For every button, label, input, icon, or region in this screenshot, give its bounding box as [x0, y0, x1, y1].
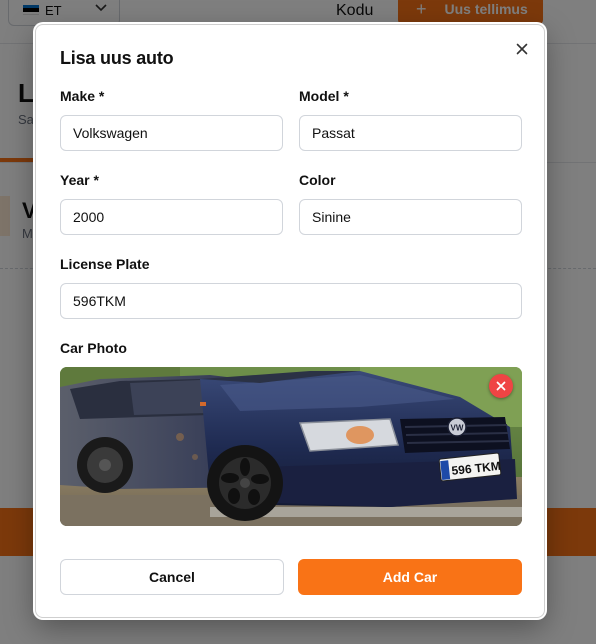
car-photo-preview: VW 596 TKM — [60, 367, 522, 526]
color-label: Color — [299, 172, 336, 188]
car-photo-image: VW 596 TKM — [60, 367, 522, 526]
make-label: Make * — [60, 88, 105, 104]
model-input[interactable] — [299, 115, 522, 151]
year-input[interactable] — [60, 199, 283, 235]
color-input[interactable] — [299, 199, 522, 235]
license-plate-label: License Plate — [60, 256, 150, 272]
license-plate-input[interactable] — [60, 283, 522, 319]
modal-title: Lisa uus auto — [60, 48, 174, 68]
remove-photo-button[interactable] — [489, 374, 513, 398]
close-icon — [496, 381, 506, 391]
car-photo-label: Car Photo — [60, 340, 127, 356]
close-icon — [516, 43, 528, 55]
make-input[interactable] — [60, 115, 283, 151]
add-car-modal: Lisa uus auto Make * Model * Year * Colo… — [35, 24, 545, 618]
close-button[interactable] — [512, 39, 532, 59]
year-label: Year * — [60, 172, 99, 188]
cancel-button[interactable]: Cancel — [60, 559, 284, 595]
add-car-button[interactable]: Add Car — [298, 559, 522, 595]
model-label: Model * — [299, 88, 349, 104]
vw-badge-text: VW — [451, 424, 464, 433]
